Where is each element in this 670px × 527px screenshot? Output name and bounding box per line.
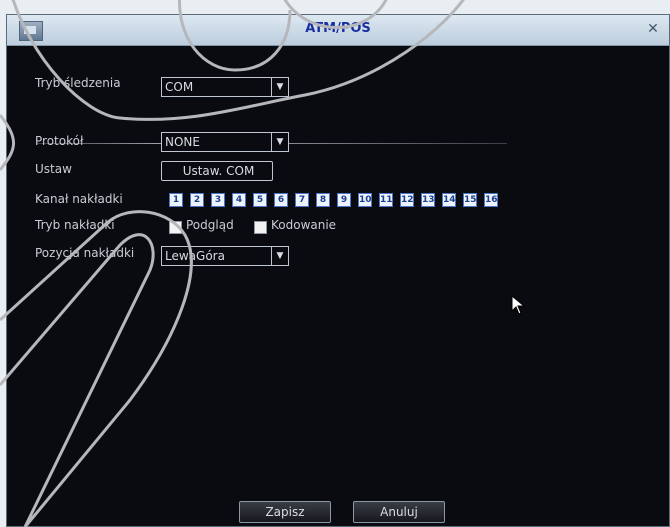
save-button[interactable]: Zapisz [239,501,331,523]
chevron-down-icon: ▼ [271,133,288,151]
protocol-label: Protokół [35,134,84,148]
channel-16-checkbox[interactable]: 16 [484,193,498,207]
overlay-position-select[interactable]: LewaGóra ▼ [161,246,289,266]
close-icon[interactable]: ✕ [645,21,661,37]
channel-13-checkbox[interactable]: 13 [421,193,435,207]
channel-1-checkbox[interactable]: 1 [169,193,183,207]
device-label: Ustaw [35,162,72,176]
connection-mode-select[interactable]: COM ▼ [161,77,289,97]
channel-14-checkbox[interactable]: 14 [442,193,456,207]
channel-4-checkbox[interactable]: 4 [232,193,246,207]
encoding-checkbox[interactable] [254,221,267,234]
overlay-mode-label: Tryb nakładki [35,218,115,232]
protocol-value: NONE [165,135,200,149]
window-title: ATM/POS [305,21,371,36]
encoding-checkbox-label: Kodowanie [271,218,337,232]
connection-mode-value: COM [165,80,194,94]
channel-8-checkbox[interactable]: 8 [316,193,330,207]
titlebar: ATM/POS ✕ [7,15,669,46]
device-settings-button[interactable]: Ustaw. COM [161,161,273,181]
chevron-down-icon: ▼ [271,78,288,96]
channel-5-checkbox[interactable]: 5 [253,193,267,207]
chevron-down-icon: ▼ [271,247,288,265]
preview-checkbox-label: Podgląd [186,218,234,232]
cancel-button[interactable]: Anuluj [353,501,445,523]
channel-2-checkbox[interactable]: 2 [190,193,204,207]
overlay-channel-label: Kanał nakładki [35,192,123,206]
preview-checkbox[interactable] [169,221,182,234]
device-settings-label: Ustaw. COM [182,164,255,178]
channel-3-checkbox[interactable]: 3 [211,193,225,207]
channel-9-checkbox[interactable]: 9 [337,193,351,207]
settings-panel: Tryb śledzenia COM ▼ Protokół NONE ▼ Ust… [7,46,669,526]
protocol-select[interactable]: NONE ▼ [161,132,289,152]
overlay-position-value: LewaGóra [165,249,225,263]
channel-11-checkbox[interactable]: 11 [379,193,393,207]
connection-mode-label: Tryb śledzenia [35,76,121,90]
channel-10-checkbox[interactable]: 10 [358,193,372,207]
channel-12-checkbox[interactable]: 12 [400,193,414,207]
overlay-position-label: Pozycja nakładki [35,246,135,260]
mouse-cursor-icon [511,295,526,315]
channel-6-checkbox[interactable]: 6 [274,193,288,207]
channel-7-checkbox[interactable]: 7 [295,193,309,207]
atm-pos-window: ATM/POS ✕ Tryb śledzenia COM ▼ Protokół … [6,14,670,527]
channel-15-checkbox[interactable]: 15 [463,193,477,207]
